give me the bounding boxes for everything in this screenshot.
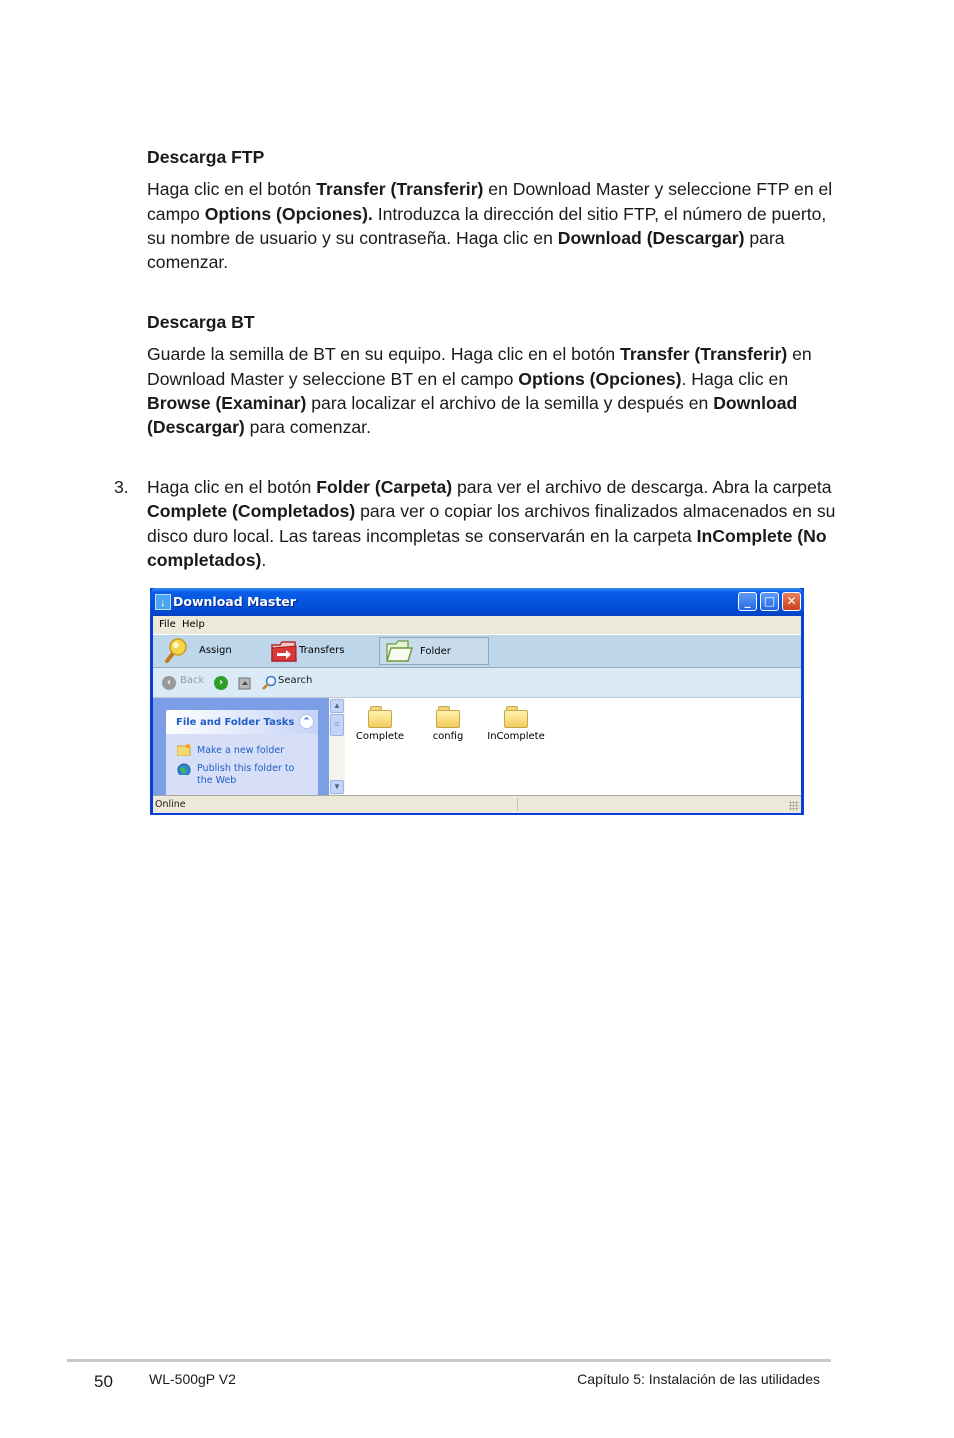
vertical-scrollbar[interactable]: ▲ ≡ ▼: [329, 698, 345, 795]
folder-content-area: Complete config InComplete: [345, 698, 801, 795]
ftp-section: Descarga FTP Haga clic en el botón Trans…: [147, 145, 837, 274]
folder-label: Folder: [420, 646, 451, 657]
bt-section: Descarga BT Guarde la semilla de BT en s…: [147, 310, 837, 439]
step3-section: Haga clic en el botón Folder (Carpeta) p…: [147, 475, 837, 572]
folder-name: config: [432, 731, 464, 742]
folder-name: Complete: [355, 731, 405, 742]
back-button[interactable]: Back: [180, 675, 204, 686]
window-title: Download Master: [173, 594, 296, 609]
transfers-button[interactable]: Transfers: [269, 637, 359, 665]
maximize-button[interactable]: □: [760, 592, 779, 611]
minimize-button[interactable]: _: [738, 592, 757, 611]
text-run: para localizar el archivo de la semilla …: [306, 392, 714, 413]
bold-term: Download (Descargar): [557, 227, 745, 248]
close-button[interactable]: ✕: [782, 592, 801, 611]
folder-icon: [436, 706, 460, 728]
folder-item-complete[interactable]: Complete: [345, 706, 415, 742]
bold-term: Browse (Examinar): [147, 392, 307, 413]
ftp-heading: Descarga FTP: [147, 147, 265, 167]
file-folder-tasks-panel: File and Folder Tasks ⌃ Make a new folde…: [166, 710, 318, 795]
folder-icon: [504, 706, 528, 728]
publish-folder-link[interactable]: Publish this folder to the Web: [197, 763, 312, 786]
bold-term: Transfer (Transferir): [316, 179, 484, 200]
toolbar: Assign Transfers Folder: [153, 634, 801, 668]
model-name: WL-500gP V2: [149, 1371, 236, 1387]
ftp-paragraph: Haga clic en el botón Transfer (Transfer…: [147, 177, 837, 274]
assign-button[interactable]: Assign: [159, 637, 249, 665]
resize-grip-icon[interactable]: [789, 801, 799, 811]
status-bar: Online: [153, 795, 801, 813]
tasks-panel-title: File and Folder Tasks: [176, 717, 295, 728]
step-number: 3.: [114, 477, 129, 497]
text-run: para comenzar.: [244, 417, 371, 438]
search-icon: [262, 675, 277, 690]
assign-label: Assign: [199, 645, 232, 656]
scroll-thumb[interactable]: ≡: [330, 714, 344, 736]
menu-help[interactable]: Help: [182, 619, 205, 630]
transfers-label: Transfers: [299, 645, 345, 656]
text-run: Haga clic en el botón: [147, 179, 317, 200]
status-separator: [517, 798, 518, 811]
bold-term: Complete (Completados): [147, 501, 356, 522]
folder-item-config[interactable]: config: [413, 706, 483, 742]
navigation-bar: ‹ Back › Search: [153, 668, 801, 698]
bold-term: Transfer (Transferir): [620, 344, 788, 365]
text-run: Haga clic en el botón: [147, 477, 317, 497]
magnifier-key-icon: [165, 638, 187, 663]
folder-icon: [368, 706, 392, 728]
scroll-down-icon[interactable]: ▼: [330, 780, 344, 794]
menu-bar: File Help: [153, 616, 801, 634]
make-new-folder-link[interactable]: Make a new folder: [197, 745, 312, 757]
text-run: . Haga clic en: [681, 368, 789, 389]
transfers-folder-icon: [271, 641, 297, 662]
download-app-icon: ↓: [155, 594, 171, 610]
footer-rule: [67, 1359, 831, 1362]
folder-button[interactable]: Folder: [379, 637, 489, 665]
bold-term: Options (Opciones).: [204, 203, 373, 224]
text-run: .: [261, 549, 267, 570]
scroll-up-icon[interactable]: ▲: [330, 699, 344, 713]
chapter-title: Capítulo 5: Instalación de las utilidade…: [577, 1371, 820, 1387]
open-folder-icon: [386, 640, 413, 662]
text-run: Guarde la semilla de BT en su equipo. Ha…: [147, 344, 621, 365]
bold-term: Options (Opciones): [518, 368, 682, 389]
tasks-panel-header[interactable]: File and Folder Tasks ⌃: [166, 710, 318, 734]
title-bar[interactable]: ↓ Download Master _ □ ✕: [150, 588, 804, 616]
bt-paragraph: Guarde la semilla de BT en su equipo. Ha…: [147, 342, 837, 439]
bold-term: Folder (Carpeta): [316, 477, 453, 497]
back-arrow-icon[interactable]: ‹: [162, 676, 176, 690]
new-folder-icon: [177, 744, 191, 756]
search-button[interactable]: Search: [278, 675, 312, 686]
collapse-chevron-icon[interactable]: ⌃: [299, 714, 314, 729]
folder-up-icon[interactable]: [237, 675, 253, 691]
download-master-window: ↓ Download Master _ □ ✕ File Help Assign…: [150, 588, 804, 815]
menu-file[interactable]: File: [159, 619, 176, 630]
forward-arrow-icon[interactable]: ›: [214, 676, 228, 690]
status-text: Online: [155, 799, 186, 810]
text-run: para ver el archivo de descarga. Abra la…: [452, 477, 832, 497]
publish-globe-icon: [177, 763, 191, 775]
bt-heading: Descarga BT: [147, 312, 255, 332]
tasks-pane: File and Folder Tasks ⌃ Make a new folde…: [153, 698, 329, 795]
folder-name: InComplete: [487, 731, 545, 742]
step3-paragraph: Haga clic en el botón Folder (Carpeta) p…: [147, 475, 837, 572]
page-number: 50: [94, 1372, 113, 1391]
folder-item-incomplete[interactable]: InComplete: [481, 706, 551, 742]
